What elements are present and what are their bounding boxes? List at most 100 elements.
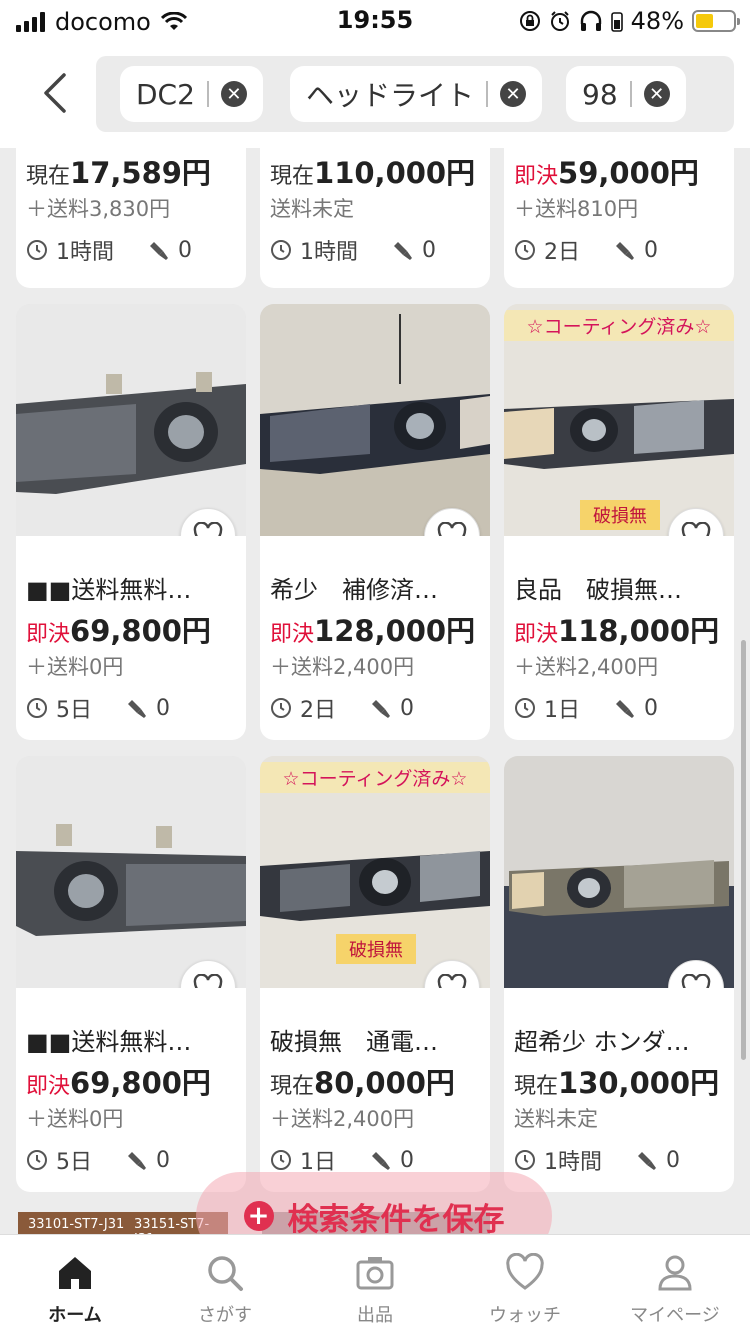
gavel-icon — [616, 242, 634, 260]
search-chip[interactable]: DC2 ✕ — [120, 66, 263, 122]
price-label: 即決 — [26, 622, 71, 647]
chip-label: ヘッドライト — [306, 79, 475, 112]
item-photo[interactable] — [504, 756, 734, 988]
item-meta: 1時間 0 — [26, 226, 236, 274]
scrollbar[interactable] — [741, 640, 746, 1060]
person-icon — [658, 1255, 692, 1291]
price-value: 80,000円 — [314, 1066, 455, 1100]
chip-label: 98 — [582, 77, 618, 111]
price-label: 現在 — [270, 164, 315, 189]
gavel-icon — [128, 1152, 146, 1170]
battery-icon — [692, 10, 740, 32]
heart-icon — [681, 974, 711, 988]
item-photo[interactable]: ☆コーティング済み☆ 破損無 — [260, 756, 490, 988]
item-card[interactable]: 現在17,589円 ＋送料3,830円 1時間 0 — [16, 148, 246, 288]
price-label: 即決 — [26, 1074, 71, 1099]
time-left: 1時間 — [300, 240, 358, 265]
save-search-label: 検索条件を保存 — [287, 1201, 505, 1238]
price-value: 110,000円 — [314, 156, 476, 190]
tab-mypage[interactable]: マイページ — [600, 1235, 750, 1334]
item-card[interactable]: ☆コーティング済み☆ 破損無 破損無 通電… 現在80,000円 ＋送料2,40… — [260, 756, 490, 1192]
price-value: 17,589円 — [70, 156, 211, 190]
search-field[interactable]: DC2 ✕ ヘッドライト ✕ 98 ✕ — [96, 56, 734, 132]
clock-icon — [515, 1150, 535, 1170]
clear-chip-icon[interactable]: ✕ — [643, 81, 670, 107]
chip-divider — [629, 81, 632, 107]
item-title: 希少 補修済… — [270, 576, 438, 604]
tab-sell[interactable]: 出品 — [300, 1235, 450, 1334]
search-chip[interactable]: 98 ✕ — [566, 66, 686, 122]
tab-label: マイページ — [630, 1305, 720, 1326]
tab-home[interactable]: ホーム — [0, 1235, 150, 1334]
chip-label: DC2 — [136, 77, 195, 111]
clock-icon — [271, 240, 291, 260]
clock-icon — [27, 240, 47, 260]
heart-icon — [437, 974, 467, 988]
price-label: 即決 — [270, 622, 315, 647]
battery-percent: 48% — [630, 7, 684, 35]
item-card[interactable]: ■■送料無料… 即決69,800円 ＋送料0円 5日 0 — [16, 756, 246, 1192]
item-title: 良品 破損無… — [514, 576, 682, 604]
tab-label: ウォッチ — [489, 1305, 561, 1326]
item-meta: 1時間 0 — [514, 1136, 724, 1184]
back-button[interactable] — [30, 68, 80, 118]
gavel-icon — [150, 242, 168, 260]
price-row: 即決69,800円 — [26, 1064, 236, 1102]
item-card[interactable]: 現在110,000円 送料未定 1時間 0 — [260, 148, 490, 288]
item-photo[interactable] — [16, 304, 246, 536]
item-card[interactable]: 超希少 ホンダ… 現在130,000円 送料未定 1時間 0 — [504, 756, 734, 1192]
shipping-text: ＋送料810円 — [514, 197, 639, 221]
shipping-text: ＋送料2,400円 — [514, 655, 659, 679]
search-chip[interactable]: ヘッドライト ✕ — [290, 66, 543, 122]
time-left: 5日 — [56, 1150, 92, 1175]
gavel-icon — [616, 700, 634, 718]
tab-bar: ホーム さがす 出品 ウォッチ マイページ — [0, 1234, 750, 1334]
price-row: 即決69,800円 — [26, 612, 236, 650]
price-row: 即決128,000円 — [270, 612, 480, 650]
headlight-image — [260, 304, 490, 536]
clear-chip-icon[interactable]: ✕ — [220, 81, 247, 107]
search-header: DC2 ✕ ヘッドライト ✕ 98 ✕ — [0, 40, 750, 148]
headlight-image — [16, 304, 246, 536]
clock-icon — [515, 240, 535, 260]
tab-watch[interactable]: ウォッチ — [450, 1235, 600, 1334]
item-card[interactable]: 希少 補修済… 即決128,000円 ＋送料2,400円 2日 0 — [260, 304, 490, 740]
item-card[interactable]: 即決59,000円 ＋送料810円 2日 0 — [504, 148, 734, 288]
item-title: 破損無 通電… — [270, 1028, 438, 1056]
item-meta: 2日 0 — [514, 226, 724, 274]
shipping-text: ＋送料3,830円 — [26, 197, 171, 221]
tab-label: ホーム — [48, 1305, 102, 1326]
price-label: 現在 — [270, 1074, 315, 1099]
results-grid: 現在17,589円 ＋送料3,830円 1時間 0 現在110,000円 送料未… — [0, 148, 750, 1234]
price-value: 59,000円 — [558, 156, 699, 190]
status-right: 48% — [519, 7, 740, 35]
time-left: 1時間 — [544, 1150, 602, 1175]
heart-icon — [193, 522, 223, 536]
item-card[interactable]: ☆コーティング済み☆ 破損無 良品 破損無… 即決118,000円 ＋送料2,4… — [504, 304, 734, 740]
clear-chip-icon[interactable]: ✕ — [500, 81, 527, 107]
promo-banner: ☆コーティング済み☆ — [260, 762, 490, 793]
price-label: 即決 — [514, 164, 559, 189]
item-photo[interactable] — [16, 756, 246, 988]
item-photo[interactable]: ☆コーティング済み☆ 破損無 — [504, 304, 734, 536]
chevron-left-icon — [44, 73, 66, 113]
heart-icon — [437, 522, 467, 536]
battery-small-icon — [610, 12, 623, 32]
tab-search[interactable]: さがす — [150, 1235, 300, 1334]
damage-free-badge: 破損無 — [580, 500, 660, 530]
shipping-text: ＋送料0円 — [26, 655, 124, 679]
price-value: 118,000円 — [558, 614, 720, 648]
bid-count: 0 — [156, 1147, 170, 1173]
item-card[interactable]: ■■送料無料… 即決69,800円 ＋送料0円 5日 0 — [16, 304, 246, 740]
clock-icon — [27, 698, 47, 718]
gavel-icon — [128, 700, 146, 718]
price-value: 69,800円 — [70, 614, 211, 648]
shipping-text: 送料未定 — [514, 1107, 598, 1131]
bid-count: 0 — [644, 237, 658, 263]
item-meta: 1日 0 — [514, 684, 724, 732]
shipping-text: ＋送料0円 — [26, 1107, 124, 1131]
item-photo[interactable] — [260, 304, 490, 536]
headlight-image — [504, 756, 734, 988]
shipping-text: 送料未定 — [270, 197, 354, 221]
price-row: 現在110,000円 — [270, 154, 480, 192]
